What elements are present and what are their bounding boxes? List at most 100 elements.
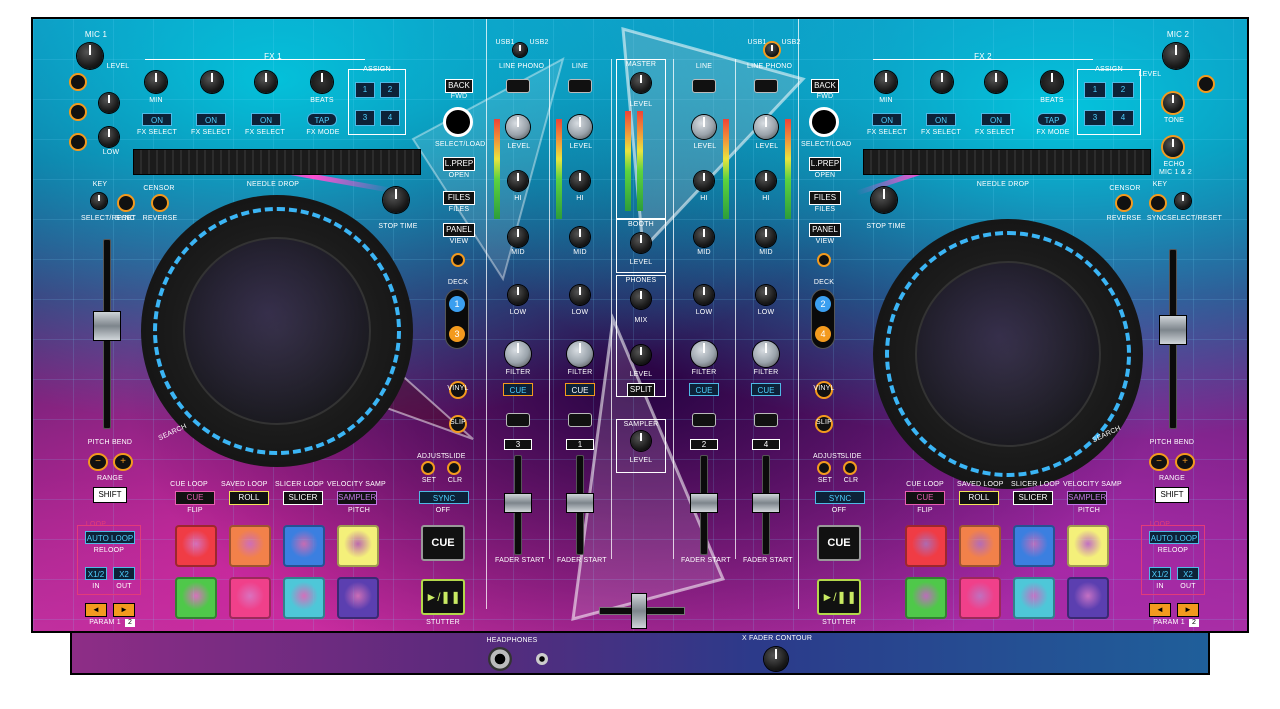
- ch4-hi-knob[interactable]: [756, 171, 776, 191]
- performance-pad-7-left[interactable]: [283, 577, 325, 619]
- panel-button[interactable]: PANEL: [443, 223, 475, 237]
- deck-3-indicator[interactable]: 3: [449, 326, 465, 342]
- fx2-beats-knob[interactable]: [1041, 71, 1063, 93]
- ch1-low-knob[interactable]: [570, 285, 590, 305]
- ch1-input-switch[interactable]: [568, 79, 592, 93]
- booth-level-knob[interactable]: [631, 233, 651, 253]
- fx2-on-button-2[interactable]: ON: [926, 113, 956, 126]
- set-button-right[interactable]: [817, 461, 831, 475]
- ch2-cue-button[interactable]: CUE: [689, 383, 719, 396]
- ch1-level-knob[interactable]: [568, 115, 592, 139]
- select-load-knob[interactable]: [443, 107, 473, 137]
- ch4-cue-button[interactable]: CUE: [751, 383, 781, 396]
- ch3-crossfader-assign[interactable]: [506, 413, 530, 427]
- auto-loop-button-right[interactable]: AUTO LOOP: [1149, 531, 1199, 544]
- ch4-filter-knob[interactable]: [753, 341, 779, 367]
- sync-button-right[interactable]: SYNC: [815, 491, 865, 504]
- param-left-button-right[interactable]: ◄: [1149, 603, 1171, 617]
- fx1-on-button-2[interactable]: ON: [196, 113, 226, 126]
- xfader-contour-knob[interactable]: [764, 647, 788, 671]
- jog-platter-right[interactable]: [915, 261, 1101, 447]
- performance-pad-3-right[interactable]: [1013, 525, 1055, 567]
- param-right-button-right[interactable]: ►: [1177, 603, 1199, 617]
- usb-switch-left[interactable]: [513, 43, 527, 57]
- back-button[interactable]: BACK: [445, 79, 473, 93]
- performance-pad-1-right[interactable]: [905, 525, 947, 567]
- files-button[interactable]: FILES: [443, 191, 475, 205]
- performance-pad-2-right[interactable]: [959, 525, 1001, 567]
- fx1-assign-3[interactable]: 3: [355, 110, 375, 126]
- jog-platter-left[interactable]: [183, 237, 371, 425]
- view-down-button[interactable]: [451, 253, 465, 267]
- mic1-level-knob[interactable]: [77, 43, 103, 69]
- play-pause-button-left[interactable]: ►/❚❚: [421, 579, 465, 615]
- ch2-mid-knob[interactable]: [694, 227, 714, 247]
- fx1-on-button-3[interactable]: ON: [251, 113, 281, 126]
- pad-mode-sampler-right[interactable]: SAMPLER: [1067, 491, 1107, 505]
- cue-button-right[interactable]: CUE: [817, 525, 861, 561]
- view-down-button-right[interactable]: [817, 253, 831, 267]
- shift-button-left[interactable]: SHIFT: [93, 487, 127, 503]
- clr-button-right[interactable]: [843, 461, 857, 475]
- mic1-hi-knob[interactable]: [99, 93, 119, 113]
- key-sync-button-right[interactable]: [1149, 194, 1167, 212]
- pad-mode-cue-right[interactable]: CUE: [905, 491, 945, 505]
- play-pause-button-right[interactable]: ►/❚❚: [817, 579, 861, 615]
- deck-4-indicator[interactable]: 4: [815, 326, 831, 342]
- loop-half-button-left[interactable]: X1/2: [85, 567, 107, 580]
- fx2-on-button-3[interactable]: ON: [981, 113, 1011, 126]
- loop-double-button-right[interactable]: X2: [1177, 567, 1199, 580]
- pad-mode-roll-left[interactable]: ROLL: [229, 491, 269, 505]
- fx1-knob-3[interactable]: [255, 71, 277, 93]
- key-knob-right[interactable]: [1175, 193, 1191, 209]
- pitch-fader-left[interactable]: [93, 311, 121, 341]
- ch3-channel-fader[interactable]: [504, 493, 532, 513]
- ch4-crossfader-assign[interactable]: [754, 413, 778, 427]
- mic1-fx-button[interactable]: [69, 133, 87, 151]
- ch1-crossfader-assign[interactable]: [568, 413, 592, 427]
- fx1-assign-4[interactable]: 4: [380, 110, 400, 126]
- pitch-fader-right[interactable]: [1159, 315, 1187, 345]
- performance-pad-8-left[interactable]: [337, 577, 379, 619]
- mic2-on-button[interactable]: [1197, 75, 1215, 93]
- pitch-bend-minus-left[interactable]: −: [88, 453, 108, 471]
- performance-pad-4-right[interactable]: [1067, 525, 1109, 567]
- ch3-mid-knob[interactable]: [508, 227, 528, 247]
- key-knob-left[interactable]: [91, 193, 107, 209]
- shift-button-right[interactable]: SHIFT: [1155, 487, 1189, 503]
- fx1-beats-knob[interactable]: [311, 71, 333, 93]
- mic2-tone-knob[interactable]: [1163, 93, 1183, 113]
- mic1-low-knob[interactable]: [99, 127, 119, 147]
- fx1-on-button-1[interactable]: ON: [142, 113, 172, 126]
- clr-button-left[interactable]: [447, 461, 461, 475]
- fx1-knob-1[interactable]: [145, 71, 167, 93]
- fx2-knob-1[interactable]: [875, 71, 897, 93]
- sampler-level-knob[interactable]: [631, 431, 651, 451]
- performance-pad-4-left[interactable]: [337, 525, 379, 567]
- pitch-bend-plus-right[interactable]: +: [1175, 453, 1195, 471]
- fx2-on-button-1[interactable]: ON: [872, 113, 902, 126]
- pad-mode-roll-right[interactable]: ROLL: [959, 491, 999, 505]
- pad-mode-cue-left[interactable]: CUE: [175, 491, 215, 505]
- master-level-knob[interactable]: [631, 73, 651, 93]
- fx1-knob-2[interactable]: [201, 71, 223, 93]
- ch2-low-knob[interactable]: [694, 285, 714, 305]
- phones-level-knob[interactable]: [631, 345, 651, 365]
- ch3-filter-knob[interactable]: [505, 341, 531, 367]
- pad-mode-sampler-left[interactable]: SAMPLER: [337, 491, 377, 505]
- stop-time-knob-right[interactable]: [871, 187, 897, 213]
- mic2-level-knob[interactable]: [1163, 43, 1189, 69]
- censor-button-right[interactable]: [1115, 194, 1133, 212]
- headphones-jack-large[interactable]: [488, 647, 512, 671]
- phones-split-button[interactable]: SPLIT: [627, 383, 655, 397]
- crossfader[interactable]: [631, 593, 647, 629]
- ch3-hi-knob[interactable]: [508, 171, 528, 191]
- ch2-hi-knob[interactable]: [694, 171, 714, 191]
- performance-pad-5-right[interactable]: [905, 577, 947, 619]
- ch4-low-knob[interactable]: [756, 285, 776, 305]
- fx1-assign-2[interactable]: 2: [380, 82, 400, 98]
- ch1-hi-knob[interactable]: [570, 171, 590, 191]
- pitch-bend-minus-right[interactable]: −: [1149, 453, 1169, 471]
- mic1-talk-button[interactable]: [69, 103, 87, 121]
- usb-switch-right[interactable]: [765, 43, 779, 57]
